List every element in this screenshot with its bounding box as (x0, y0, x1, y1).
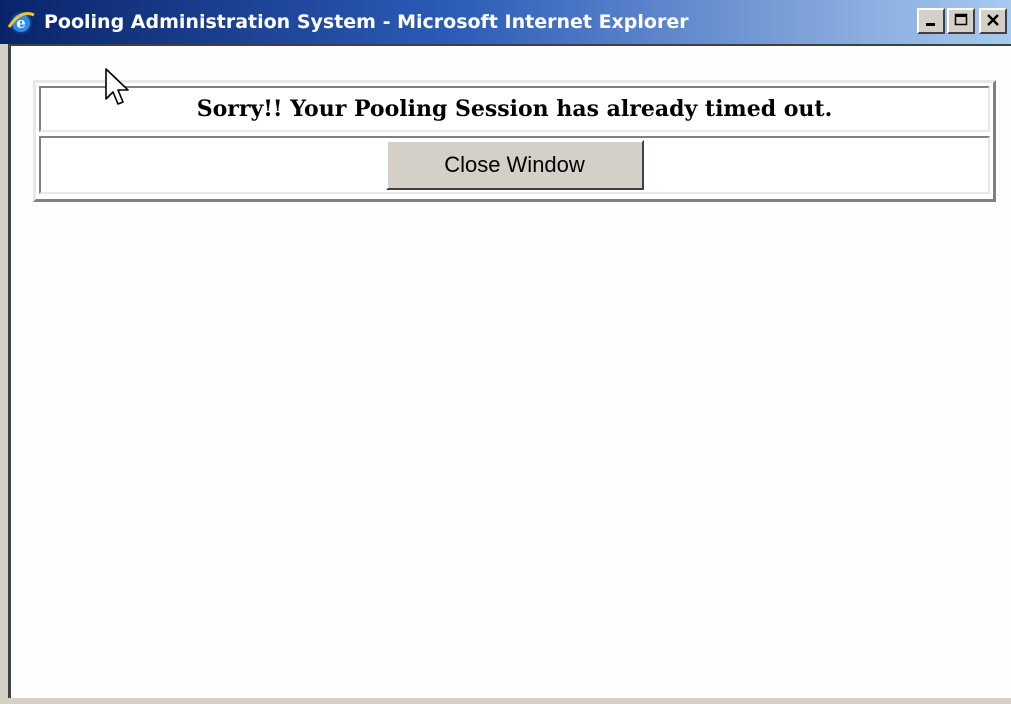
minimize-icon (924, 12, 938, 31)
window-title: Pooling Administration System - Microsof… (44, 11, 689, 33)
mouse-pointer-icon (104, 67, 134, 111)
browser-window: e Pooling Administration System - Micros… (0, 0, 1011, 704)
close-icon (986, 12, 1000, 31)
maximize-icon (954, 12, 968, 31)
window-controls (917, 8, 1007, 34)
timeout-message: Sorry!! Your Pooling Session has already… (196, 96, 833, 122)
message-cell: Sorry!! Your Pooling Session has already… (39, 86, 990, 132)
page-content: Sorry!! Your Pooling Session has already… (8, 44, 1011, 700)
minimize-button[interactable] (917, 8, 945, 34)
close-button[interactable] (979, 8, 1007, 34)
window-bottom-edge (0, 698, 1011, 704)
maximize-button[interactable] (947, 8, 975, 34)
message-table: Sorry!! Your Pooling Session has already… (33, 80, 996, 202)
close-window-button[interactable]: Close Window (385, 140, 644, 190)
action-cell: Close Window (39, 136, 990, 194)
title-bar[interactable]: e Pooling Administration System - Micros… (0, 0, 1011, 44)
internet-explorer-icon: e (6, 7, 36, 37)
